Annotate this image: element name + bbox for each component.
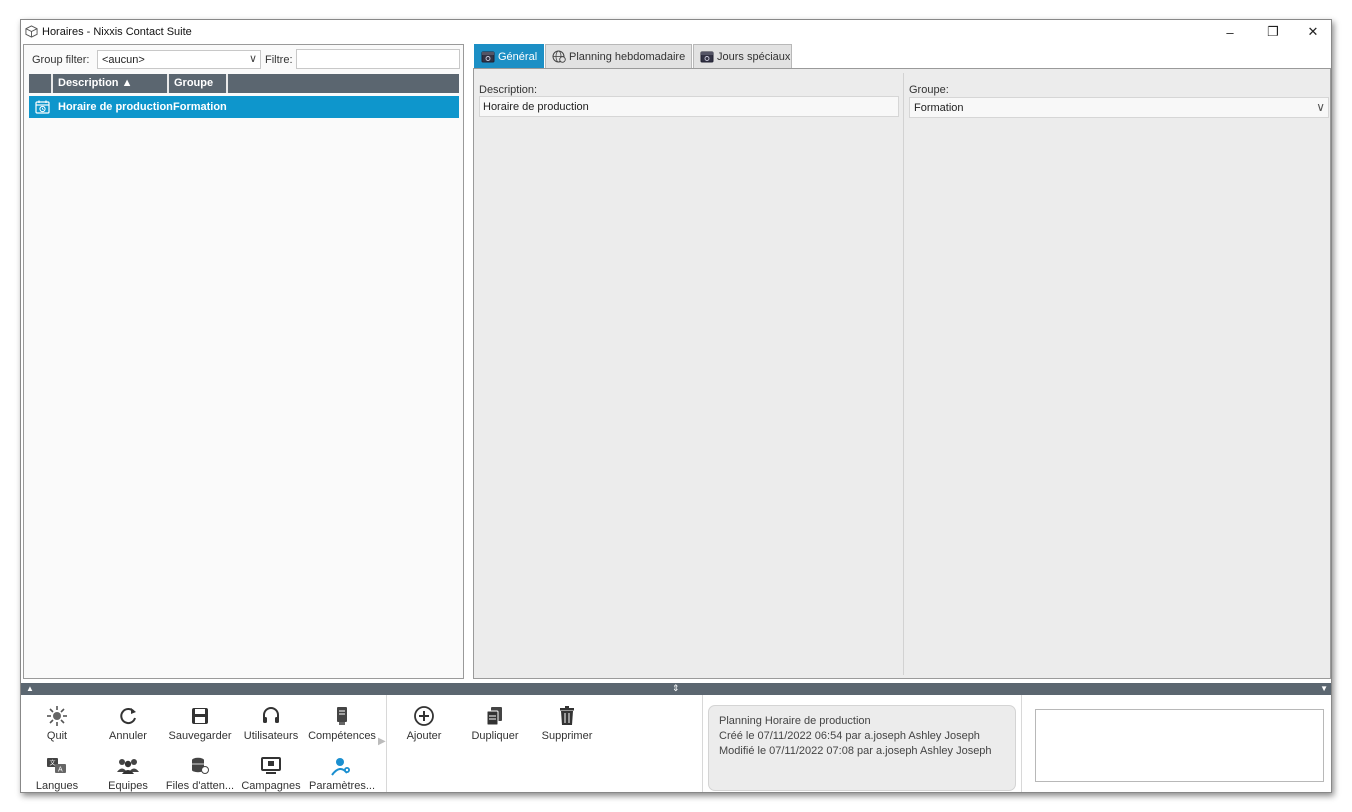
supprimer-label: Supprimer xyxy=(541,730,593,742)
collapse-up-icon[interactable]: ▲ xyxy=(26,684,34,693)
database-clock-icon xyxy=(192,757,209,774)
group-filter-value: <aucun> xyxy=(102,54,145,66)
chevron-down-icon: ∨ xyxy=(248,53,257,65)
groupe-label: Groupe: xyxy=(909,84,949,96)
utilisateurs-button[interactable]: Utilisateurs xyxy=(236,705,306,742)
tab-planning-label: Planning hebdomadaire xyxy=(569,51,686,63)
notes-box[interactable] xyxy=(1035,709,1324,782)
calendar-icon xyxy=(700,51,714,63)
maximize-button[interactable]: ❐ xyxy=(1251,20,1295,44)
langues-button[interactable]: 文 A Langues xyxy=(22,755,92,792)
tab-jours-speciaux[interactable]: Jours spéciaux xyxy=(693,44,792,68)
equipes-label: Equipes xyxy=(108,780,148,792)
files-attente-label: Files d'atten... xyxy=(165,780,235,792)
minimize-button[interactable]: – xyxy=(1208,20,1252,44)
headset-icon xyxy=(263,707,279,723)
list-item[interactable]: Horaire de production Formation xyxy=(29,96,459,118)
toolbar-separator xyxy=(386,695,387,792)
resize-handle-icon[interactable]: ⇕ xyxy=(672,683,680,694)
more-tools-arrow-icon[interactable]: ▶ xyxy=(378,736,386,747)
parametres-label: Paramètres... xyxy=(308,780,376,792)
tab-general[interactable]: Général xyxy=(474,44,544,68)
calendar-icon xyxy=(481,51,495,63)
group-filter-select[interactable]: <aucun> ∨ xyxy=(97,50,261,69)
group-filter-label: Group filter: xyxy=(32,54,90,66)
add-circle-icon xyxy=(414,706,434,726)
svg-text:文: 文 xyxy=(50,759,56,767)
info-modified: Modifié le 07/11/2022 07:08 par a.joseph… xyxy=(719,745,992,757)
filtre-input[interactable] xyxy=(296,49,460,69)
utilisateurs-label: Utilisateurs xyxy=(243,730,299,742)
equipes-button[interactable]: Equipes xyxy=(93,755,163,792)
description-field[interactable]: Horaire de production xyxy=(479,96,899,117)
duplicate-icon xyxy=(486,707,502,726)
app-window: Horaires - Nixxis Contact Suite – ❐ ✕ Gr… xyxy=(20,19,1332,793)
close-button[interactable]: ✕ xyxy=(1291,20,1331,44)
sauvegarder-button[interactable]: Sauvegarder xyxy=(165,705,235,742)
ajouter-label: Ajouter xyxy=(406,730,442,742)
column-header-groupe[interactable]: Groupe xyxy=(167,74,226,93)
calendar-clock-icon xyxy=(35,100,50,114)
chevron-down-icon: ∨ xyxy=(1316,100,1325,114)
groupe-value: Formation xyxy=(914,102,964,114)
dupliquer-label: Dupliquer xyxy=(471,730,519,742)
collapse-down-icon[interactable]: ▼ xyxy=(1320,684,1328,693)
groupe-select[interactable]: Formation ∨ xyxy=(909,97,1329,118)
translate-icon: 文 A xyxy=(47,758,66,774)
svg-text:A: A xyxy=(58,767,63,774)
annuler-label: Annuler xyxy=(109,730,147,742)
splitter-bar[interactable]: ▲ ⇕ ▼ xyxy=(21,683,1331,695)
row-description: Horaire de production xyxy=(58,101,173,113)
tab-general-label: Général xyxy=(498,51,538,63)
info-created: Créé le 07/11/2022 06:54 par a.joseph As… xyxy=(719,730,980,742)
user-settings-icon xyxy=(331,758,350,776)
parametres-button[interactable]: Paramètres... xyxy=(307,755,377,792)
column-header-description[interactable]: Description ▲ xyxy=(51,74,167,93)
window-title: Horaires - Nixxis Contact Suite xyxy=(42,26,192,38)
save-icon xyxy=(192,708,208,724)
app-cube-icon xyxy=(25,25,38,38)
refresh-icon xyxy=(120,708,136,725)
quit-button[interactable]: Quit xyxy=(22,705,92,742)
certificate-icon xyxy=(337,707,347,725)
general-tab-panel: Description: Horaire de production Group… xyxy=(473,68,1331,679)
quit-label: Quit xyxy=(46,730,68,742)
record-info-box: Planning Horaire de production Créé le 0… xyxy=(708,705,1016,791)
filtre-label: Filtre: xyxy=(265,54,293,66)
toolbar-separator xyxy=(1021,695,1022,792)
filter-bar: Group filter: <aucun> ∨ Filtre: xyxy=(24,45,463,71)
column-header-filler xyxy=(226,74,459,93)
sauvegarder-label: Sauvegarder xyxy=(168,730,232,742)
files-attente-button[interactable]: Files d'atten... xyxy=(165,755,235,792)
trash-icon xyxy=(560,706,574,725)
toolbar-separator xyxy=(702,695,703,792)
competences-label: Compétences xyxy=(308,730,376,742)
langues-label: Langues xyxy=(35,780,79,792)
title-bar: Horaires - Nixxis Contact Suite – ❐ ✕ xyxy=(21,20,1331,44)
list-header: Description ▲ Groupe xyxy=(29,74,459,93)
info-title: Planning Horaire de production xyxy=(719,715,871,727)
schedule-list-panel: Group filter: <aucun> ∨ Filtre: Descript… xyxy=(23,44,464,679)
competences-button[interactable]: Compétences xyxy=(307,705,377,742)
tab-planning-hebdomadaire[interactable]: Planning hebdomadaire xyxy=(545,44,692,68)
team-icon xyxy=(117,759,139,774)
globe-clock-icon xyxy=(552,50,566,63)
row-groupe: Formation xyxy=(173,101,227,113)
annuler-button[interactable]: Annuler xyxy=(93,705,163,742)
bottom-toolbar: Quit Annuler Sauvegarder Utilisateurs Co… xyxy=(21,695,1331,792)
quit-icon xyxy=(47,706,67,726)
tab-jours-label: Jours spéciaux xyxy=(717,51,791,63)
monitor-icon xyxy=(261,757,281,774)
column-header-icon xyxy=(29,74,51,93)
campagnes-button[interactable]: Campagnes xyxy=(236,755,306,792)
ajouter-button[interactable]: Ajouter xyxy=(389,705,459,742)
supprimer-button[interactable]: Supprimer xyxy=(532,705,602,742)
campagnes-label: Campagnes xyxy=(241,780,301,792)
dupliquer-button[interactable]: Dupliquer xyxy=(460,705,530,742)
description-label: Description: xyxy=(479,84,538,96)
column-divider xyxy=(903,73,904,675)
